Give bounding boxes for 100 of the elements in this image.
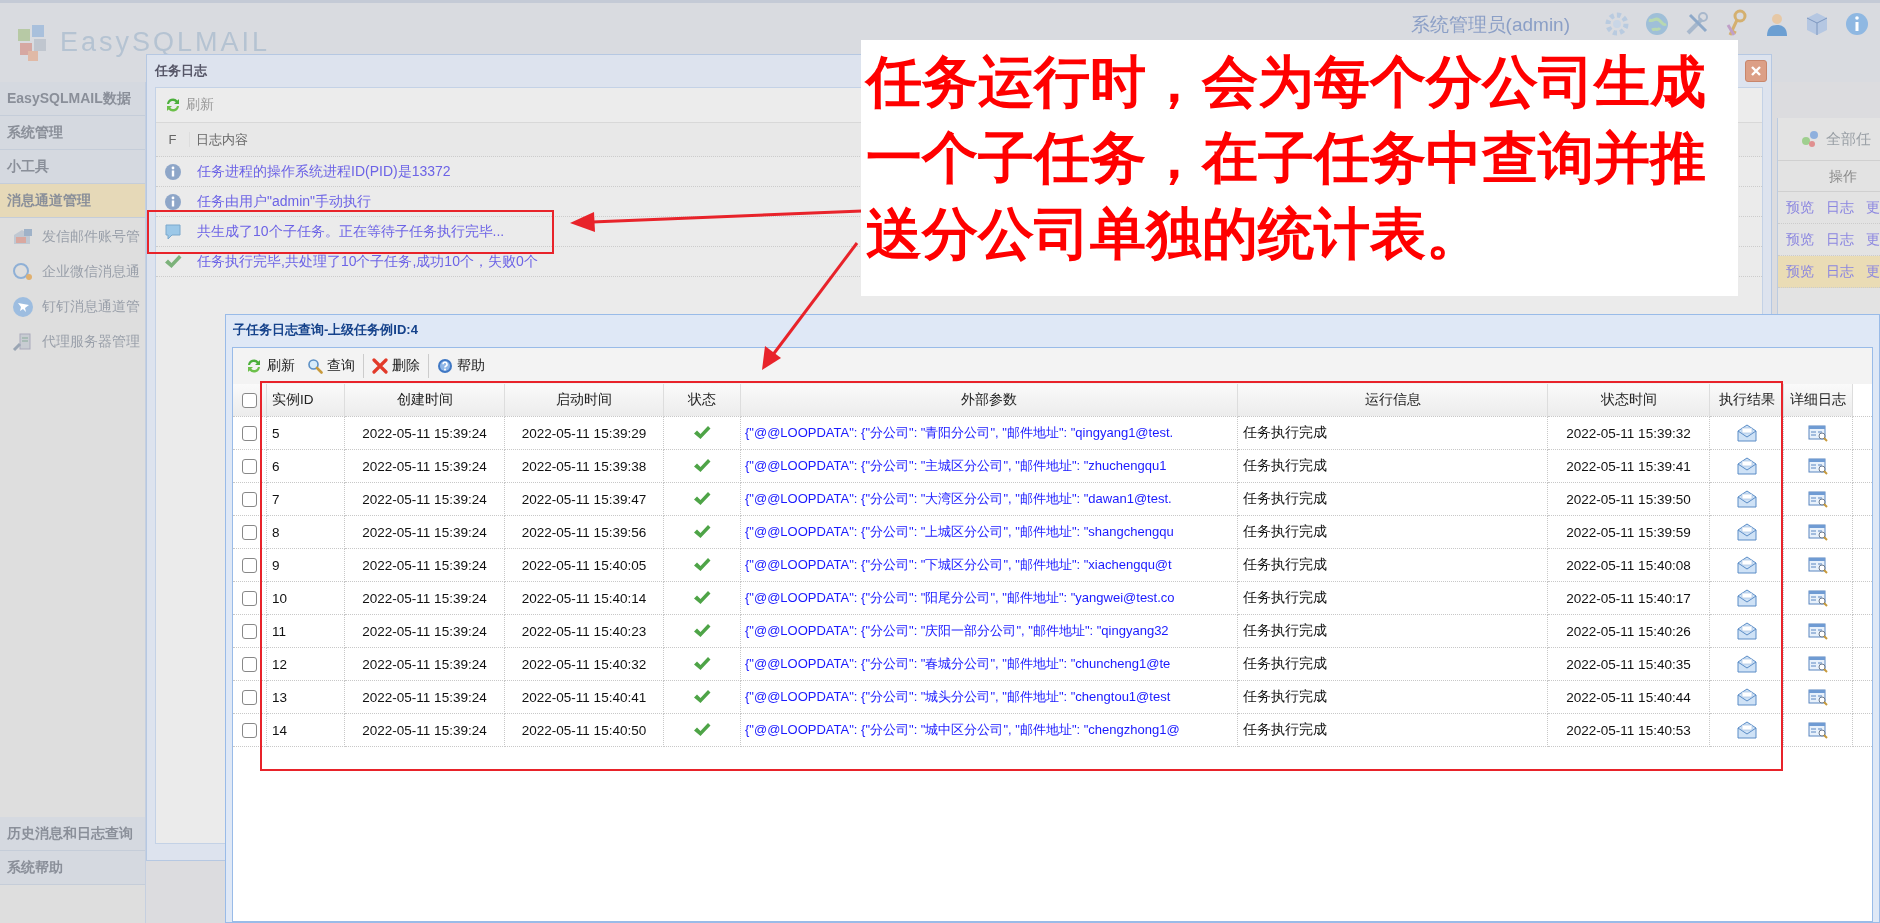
table-cell: 任务执行完成 (1238, 615, 1548, 648)
envelope-icon[interactable] (1736, 589, 1757, 607)
table-cell: 2022-05-11 15:39:24 (345, 582, 505, 615)
refresh-button[interactable]: 刷新 (186, 96, 214, 114)
close-button[interactable] (1745, 60, 1767, 82)
log-message: 任务进程的操作系统进程ID(PID)是13372 (197, 162, 451, 181)
log-detail-icon[interactable] (1808, 721, 1828, 739)
sidebar-item[interactable]: 钉钉消息通道管 (42, 298, 140, 316)
sidebar-section[interactable]: 小工具 (0, 150, 145, 184)
row-action-link[interactable]: 预览 (1786, 262, 1814, 281)
log-detail-icon[interactable] (1808, 589, 1828, 607)
cube-icon[interactable] (1804, 10, 1830, 37)
row-checkbox[interactable] (242, 689, 257, 705)
row-action-link[interactable]: 更 (1866, 262, 1880, 281)
table-cell: 任务执行完成 (1238, 516, 1548, 549)
table-cell: 2022-05-11 15:39:24 (345, 615, 505, 648)
table-cell: 7 (267, 483, 345, 516)
table-cell: 任务执行完成 (1238, 714, 1548, 747)
table-cell: 2022-05-11 15:39:24 (345, 450, 505, 483)
row-action-link[interactable]: 日志 (1826, 230, 1854, 249)
toolbar-button[interactable]: 刷新 (267, 357, 295, 375)
tools-icon[interactable] (1684, 10, 1710, 37)
toolbar-button[interactable]: 删除 (392, 357, 420, 375)
table-cell: 2022-05-11 15:39:24 (345, 483, 505, 516)
chat-icon (12, 262, 34, 282)
row-action-link[interactable]: 日志 (1826, 198, 1854, 217)
row-checkbox[interactable] (242, 557, 257, 573)
row-checkbox[interactable] (242, 458, 257, 474)
mailbox-icon (12, 227, 34, 247)
sidebar-item[interactable]: 代理服务器管理 (42, 333, 140, 351)
sidebar-section[interactable]: 系统帮助 (0, 851, 145, 885)
sidebar-section[interactable]: EasySQLMAIL数据 (0, 82, 145, 116)
log-detail-icon[interactable] (1808, 688, 1828, 706)
toolbar-button[interactable]: 全部任 (1826, 129, 1871, 149)
bird-icon (12, 296, 34, 318)
table-cell: 2022-05-11 15:40:26 (1548, 615, 1710, 648)
envelope-icon[interactable] (1736, 688, 1757, 706)
log-detail-icon[interactable] (1808, 655, 1828, 673)
row-action-link[interactable]: 日志 (1826, 262, 1854, 281)
message-icon (164, 222, 182, 241)
table-cell: {"@@LOOPDATA": {"分公司": "大湾区分公司", "邮件地址": "dawan1@test. (741, 483, 1238, 516)
row-action-link[interactable]: 更 (1866, 230, 1880, 249)
table-cell: {"@@LOOPDATA": {"分公司": "春城分公司", "邮件地址": "chuncheng1@te (741, 648, 1238, 681)
column-header: 操作 (1778, 161, 1880, 192)
table-cell: 2022-05-11 15:40:50 (505, 714, 664, 747)
envelope-icon[interactable] (1736, 490, 1757, 508)
row-checkbox[interactable] (242, 623, 257, 639)
row-checkbox[interactable] (242, 656, 257, 672)
row-checkbox[interactable] (242, 425, 257, 441)
row-checkbox[interactable] (242, 590, 257, 606)
info-icon[interactable] (1844, 10, 1870, 37)
row-action-link[interactable]: 更 (1866, 198, 1880, 217)
table-cell: 任务执行完成 (1238, 417, 1548, 450)
log-detail-icon[interactable] (1808, 523, 1828, 541)
table-cell: 2022-05-11 15:39:59 (1548, 516, 1710, 549)
log-detail-icon[interactable] (1808, 424, 1828, 442)
envelope-icon[interactable] (1736, 655, 1757, 673)
log-detail-icon[interactable] (1808, 622, 1828, 640)
info-icon (164, 192, 182, 211)
log-detail-icon[interactable] (1808, 556, 1828, 574)
column-header: 实例ID (267, 384, 345, 417)
log-message: 任务执行完毕,共处理了10个子任务,成功10个，失败0个 (197, 252, 538, 271)
table-cell: {"@@LOOPDATA": {"分公司": "庆阳一部分公司", "邮件地址": "qingyang32 (741, 615, 1238, 648)
table-cell: {"@@LOOPDATA": {"分公司": "上城区分公司", "邮件地址": "shangchengqu (741, 516, 1238, 549)
tasks-icon (1800, 129, 1820, 149)
row-action-link[interactable]: 预览 (1786, 230, 1814, 249)
toolbar-button[interactable]: 帮助 (457, 357, 485, 375)
envelope-icon[interactable] (1736, 424, 1757, 442)
table-cell: 2022-05-11 15:40:32 (505, 648, 664, 681)
column-header: F (156, 132, 190, 147)
envelope-icon[interactable] (1736, 523, 1757, 541)
row-action-link[interactable]: 预览 (1786, 198, 1814, 217)
log-detail-icon[interactable] (1808, 490, 1828, 508)
sidebar-item[interactable]: 发信邮件账号管 (42, 228, 140, 246)
row-checkbox[interactable] (242, 491, 257, 507)
table-cell: 9 (267, 549, 345, 582)
table-cell: 2022-05-11 15:39:47 (505, 483, 664, 516)
table-row[interactable]: 预览 日志 更 (1778, 192, 1880, 224)
row-checkbox[interactable] (242, 722, 257, 738)
table-cell: 8 (267, 516, 345, 549)
annotation-text: 一个子任务，在子任务中查询并推 (866, 124, 1707, 192)
table-cell: 任务执行完成 (1238, 582, 1548, 615)
envelope-icon[interactable] (1736, 457, 1757, 475)
select-all-checkbox[interactable] (242, 392, 257, 408)
envelope-icon[interactable] (1736, 622, 1757, 640)
sidebar-section[interactable]: 消息通道管理 (0, 184, 145, 218)
table-cell: 2022-05-11 15:39:56 (505, 516, 664, 549)
log-detail-icon[interactable] (1808, 457, 1828, 475)
table-cell: 2022-05-11 15:40:35 (1548, 648, 1710, 681)
envelope-icon[interactable] (1736, 721, 1757, 739)
table-row[interactable]: 预览 日志 更 (1778, 256, 1880, 288)
sidebar-section[interactable]: 系统管理 (0, 116, 145, 150)
sidebar-item[interactable]: 企业微信消息通 (42, 263, 140, 281)
toolbar-button[interactable]: 查询 (327, 357, 355, 375)
window-title: 子任务日志查询-上级任务例ID:4 (233, 321, 418, 339)
table-cell: {"@@LOOPDATA": {"分公司": "青阳分公司", "邮件地址": "qingyang1@test. (741, 417, 1238, 450)
envelope-icon[interactable] (1736, 556, 1757, 574)
table-cell: 2022-05-11 15:39:24 (345, 681, 505, 714)
row-checkbox[interactable] (242, 524, 257, 540)
sidebar-section[interactable]: 历史消息和日志查询 (0, 817, 145, 851)
